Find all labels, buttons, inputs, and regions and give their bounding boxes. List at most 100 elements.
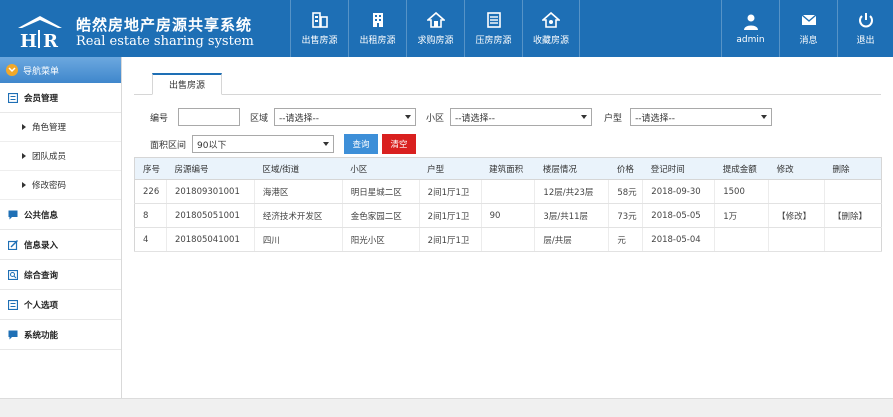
cell-date: 2018-05-05 (642, 203, 716, 228)
home-favorite-icon (542, 11, 560, 28)
document-icon (486, 12, 501, 28)
sidebar-item-label: 个人选项 (24, 300, 59, 311)
chevron-down-icon (405, 115, 412, 119)
svg-text:H: H (20, 31, 37, 50)
sidebar-header[interactable]: 导航菜单 (0, 57, 121, 83)
sidebar-item-change-password[interactable]: 修改密码 (0, 171, 121, 200)
sidebar-item-public-info[interactable]: 公共信息 (0, 200, 121, 230)
edit-link[interactable] (768, 227, 826, 252)
chevron-down-icon (761, 115, 768, 119)
column-header: 小区 (342, 157, 420, 180)
nav-label: 出租房源 (359, 36, 396, 46)
chevron-down-icon (323, 142, 330, 146)
list-icon (8, 299, 18, 310)
edit-link[interactable] (768, 179, 826, 204)
cell-price: 58元 (608, 179, 644, 204)
listing-code-link[interactable]: 201805051001 (166, 203, 255, 228)
area-range-select-value: 90以下 (197, 140, 227, 151)
top-navigation: 出售房源 出租房源 求购房源 压房房源 收藏房源 (290, 0, 580, 57)
search-doc-icon (8, 269, 18, 280)
user-menu[interactable]: admin (721, 0, 779, 57)
nav-label: 压房房源 (475, 36, 512, 46)
power-icon (858, 13, 873, 28)
table-row: 226 201809301001 海港区 明日星城二区 2间1厅1卫 12层/共… (134, 179, 882, 204)
nav-pressed[interactable]: 压房房源 (464, 0, 522, 57)
nav-label: 求购房源 (417, 36, 454, 46)
sidebar: 导航菜单 会员管理 角色管理 团队成员 修改密码 公共信息 信息录入 综合查询 … (0, 57, 122, 398)
sidebar-item-data-entry[interactable]: 信息录入 (0, 230, 121, 260)
layout-select[interactable]: --请选择-- (630, 108, 773, 126)
logo[interactable]: H R 皓然房地产房源共享系统 Real estate sharing syst… (12, 8, 292, 52)
cell-no: 8 (134, 203, 167, 228)
clear-button[interactable]: 清空 (382, 134, 417, 154)
nav-label: 收藏房源 (532, 36, 569, 46)
community-select-value: --请选择-- (455, 113, 496, 124)
delete-link[interactable] (824, 179, 882, 204)
edit-link[interactable]: 【修改】 (768, 203, 826, 228)
nav-label: 出售房源 (301, 36, 338, 46)
main-content: 出售房源 编号 区域 --请选择-- 小区 --请选择-- 户型 --请选择--… (122, 57, 893, 398)
sidebar-item-label: 综合查询 (24, 270, 59, 281)
cell-price: 73元 (608, 203, 644, 228)
cell-floor: 层/共层 (534, 227, 610, 252)
community-label: 小区 (426, 113, 445, 124)
logo-house-icon: H R (18, 16, 62, 50)
cell-community: 明日星城二区 (342, 179, 420, 204)
app-title-cn: 皓然房地产房源共享系统 (76, 16, 253, 34)
sidebar-item-personal-options[interactable]: 个人选项 (0, 290, 121, 320)
logout-button[interactable]: 退出 (837, 0, 893, 57)
column-header: 楼层情况 (534, 157, 609, 180)
delete-link[interactable] (824, 227, 882, 252)
listing-code-link[interactable]: 201805041001 (166, 227, 255, 252)
tab-for-sale[interactable]: 出售房源 (152, 73, 222, 95)
svg-text:R: R (43, 31, 59, 50)
query-button[interactable]: 查询 (344, 134, 379, 154)
district-select[interactable]: --请选择-- (274, 108, 417, 126)
building-rent-icon (372, 13, 383, 27)
cell-district: 四川 (254, 227, 343, 252)
list-icon (8, 92, 18, 103)
cell-price: 元 (608, 227, 644, 252)
sidebar-item-member-management[interactable]: 会员管理 (0, 83, 121, 113)
cell-community: 金色家园二区 (342, 203, 420, 228)
edit-icon (8, 239, 18, 250)
cell-area (481, 227, 536, 252)
cell-area: 90 (481, 203, 536, 228)
cell-floor: 3层/共11层 (534, 203, 610, 228)
nav-for-rent[interactable]: 出租房源 (348, 0, 406, 57)
sidebar-item-role-management[interactable]: 角色管理 (0, 113, 121, 142)
mail-icon (801, 14, 816, 25)
nav-label: 退出 (856, 36, 875, 46)
delete-link[interactable]: 【删除】 (824, 203, 882, 228)
column-header: 户型 (419, 157, 482, 180)
messages-button[interactable]: 消息 (779, 0, 837, 57)
district-label: 区域 (250, 113, 269, 124)
tab-bar: 出售房源 (134, 71, 881, 95)
nav-favorites[interactable]: 收藏房源 (522, 0, 580, 57)
caret-right-icon (22, 182, 26, 188)
chevron-down-icon (581, 115, 588, 119)
sidebar-title: 导航菜单 (23, 66, 60, 77)
area-range-select[interactable]: 90以下 (192, 135, 335, 153)
code-input[interactable] (178, 108, 241, 126)
home-wanted-icon (426, 11, 445, 28)
nav-wanted[interactable]: 求购房源 (406, 0, 464, 57)
sidebar-item-team-members[interactable]: 团队成员 (0, 142, 121, 171)
cell-date: 2018-05-04 (642, 227, 716, 252)
listings-table: 序号 房源编号 区域/街道 小区 户型 建筑面积 楼层情况 价格 登记时间 提成… (134, 157, 882, 252)
column-header: 提成金额 (714, 157, 769, 180)
cell-district: 海港区 (254, 179, 343, 204)
column-header: 房源编号 (166, 157, 255, 180)
sidebar-item-system-functions[interactable]: 系统功能 (0, 320, 121, 350)
layout-select-value: --请选择-- (635, 113, 676, 124)
layout-label: 户型 (604, 113, 623, 124)
cell-district: 经济技术开发区 (254, 203, 343, 228)
column-header: 登记时间 (642, 157, 715, 180)
sidebar-item-comprehensive-query[interactable]: 综合查询 (0, 260, 121, 290)
nav-for-sale[interactable]: 出售房源 (290, 0, 348, 57)
listing-code-link[interactable]: 201809301001 (166, 179, 255, 204)
sidebar-item-label: 角色管理 (32, 123, 67, 133)
community-select[interactable]: --请选择-- (450, 108, 593, 126)
cell-date: 2018-09-30 (642, 179, 716, 204)
table-row: 4 201805041001 四川 阳光小区 2间1厅1卫 层/共层 元 201… (134, 227, 882, 252)
